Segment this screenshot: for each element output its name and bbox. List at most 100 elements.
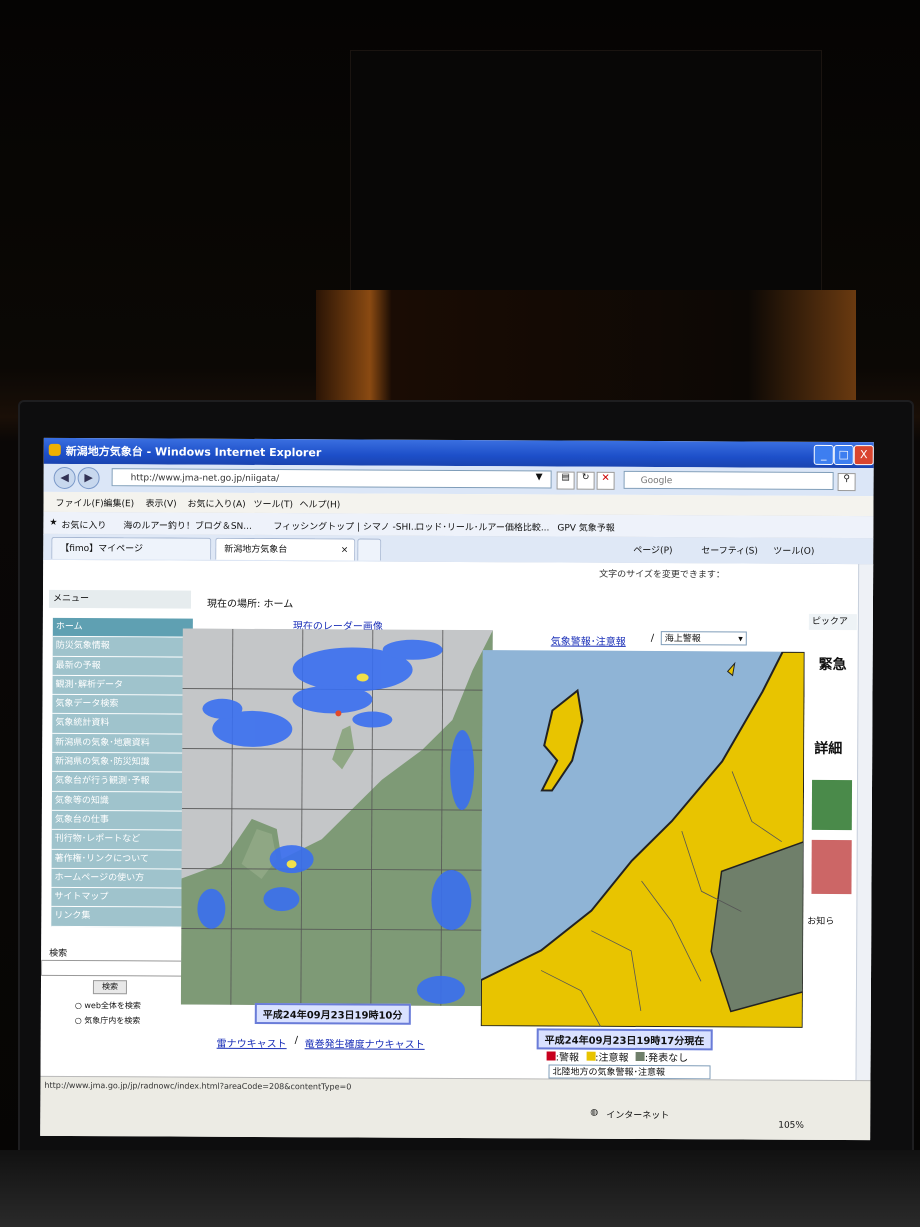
right-column: ピックア 緊急 詳細 お知ら [802,613,857,1075]
sidebar-item[interactable]: 新潟県の気象･防災知識 [52,752,193,773]
legend-none-swatch [635,1051,645,1061]
news-label: お知ら [807,916,835,927]
warnings-map-svg [480,650,805,1028]
thunder-nowcast-link[interactable]: 雷ナウキャスト [217,1035,287,1050]
legend-warning-swatch [546,1051,556,1061]
details-label: 詳細 [814,740,843,758]
desk [0,1150,920,1227]
tab-close-icon[interactable]: × [341,539,349,561]
refresh-icon[interactable]: ↻ [576,471,595,490]
search-option-web[interactable]: ○ web全体を検索 [75,1000,141,1011]
status-bar: http://www.jma.go.jp/jp/radnowc/index.ht… [40,1075,871,1141]
status-url: http://www.jma.go.jp/jp/radnowc/index.ht… [44,1080,352,1092]
back-button[interactable]: ◀ [53,466,76,489]
warnings-separator: / [650,633,655,645]
search-heading: 検索 [49,948,68,959]
breadcrumb: 現在の場所: ホーム [206,598,294,611]
sidebar-item[interactable]: 著作権･リンクについて [51,849,192,870]
radar-map[interactable] [180,628,493,1007]
warnings-timestamp: 平成24年09月23日19時17分現在 [536,1028,713,1051]
warnings-map[interactable] [480,650,805,1028]
link-separator: / [294,1035,299,1047]
browser-window: 新潟地方気象台 - Windows Internet Explorer _ □ … [40,437,874,1141]
sidebar-item[interactable]: 気象台の仕事 [51,810,192,831]
search-option-web-label: web全体を検索 [84,1001,141,1011]
marine-warning-select[interactable]: 海上警報 ▾ [660,631,747,646]
menu-file[interactable]: ファイル(F) [55,496,103,509]
sidebar-item[interactable]: 最新の予報 [52,656,193,677]
tornado-nowcast-link[interactable]: 竜巻発生確度ナウキャスト [305,1035,425,1051]
ie-icon [48,443,61,456]
banner-image[interactable] [811,779,853,831]
warnings-title-link[interactable]: 気象警報･注意報 [551,632,626,647]
favorite-link-1[interactable]: 海のルアー釣り！ブログ＆SN... [123,518,252,532]
legend-none-label: :発表なし [644,1052,689,1065]
search-input[interactable]: Google [623,470,834,490]
favorite-link-3[interactable]: ロッド･リール･ルアー価格比較... [415,520,549,534]
menu-tools[interactable]: ツール(T) [253,497,293,510]
address-row: ◀ ▶ http://www.jma-net.go.jp/niigata/ ▼ … [43,463,874,497]
tab-niigata[interactable]: 新潟地方気象台 × [215,537,356,561]
star-icon: ★ [49,517,58,528]
menu-view[interactable]: 表示(V) [145,496,176,509]
menu-edit[interactable]: 編集(E) [103,496,134,509]
menu-favorites[interactable]: お気に入り(A) [187,497,245,510]
sidebar-item[interactable]: サイトマップ [51,888,192,909]
sidebar-item[interactable]: 防災気象情報 [52,637,193,658]
legend-warning-label: :警報 [555,1052,579,1064]
region-warning-select-value: 北陸地方の気象警報･注意報 [552,1067,666,1079]
chevron-down-icon: ▾ [738,634,743,645]
favorite-link-2[interactable]: フィッシングトップ | シマノ -SHI... [273,519,419,533]
new-tab-button[interactable] [357,538,382,561]
favorite-link-4[interactable]: GPV 気象予報 [557,521,614,534]
page-content: 文字のサイズを変更できます： メニュー 現在の場所: ホーム ホーム 防災気象情… [40,559,859,1081]
wall-light [316,290,856,410]
legend-advisory-swatch [586,1051,596,1061]
sidebar-item-home[interactable]: ホーム [52,617,193,638]
window-title: 新潟地方気象台 - Windows Internet Explorer [65,444,322,460]
region-warning-select[interactable]: 北陸地方の気象警報･注意報 [548,1064,711,1080]
font-size-note: 文字のサイズを変更できます： [599,569,725,581]
close-button[interactable]: X [853,445,874,466]
sidebar-item[interactable]: ホームページの使い方 [51,868,192,889]
address-input[interactable]: http://www.jma-net.go.jp/niigata/ [111,468,552,489]
pickup-label: ピックア [808,613,857,631]
sidebar-item[interactable]: 気象等の知識 [51,791,192,812]
tab-niigata-label: 新潟地方気象台 [224,544,288,556]
favorites-button[interactable]: お気に入り [61,518,106,531]
stop-icon[interactable]: ✕ [596,471,615,490]
sidebar-heading: メニュー [48,589,192,609]
zoom-label[interactable]: 105% [778,1121,804,1131]
minimize-button[interactable]: _ [813,444,834,465]
search-option-site[interactable]: ○ 気象庁内を検索 [75,1015,141,1026]
search-option-site-label: 気象庁内を検索 [84,1016,141,1026]
zone-label: インターネット [606,1110,670,1122]
legend-advisory-label: :注意報 [595,1052,629,1064]
globe-icon: ◍ [590,1107,599,1118]
marine-warning-select-value: 海上警報 [664,634,701,645]
command-safety[interactable]: セーフティ(S) [701,543,758,556]
banner-image-2[interactable] [811,839,852,895]
command-page[interactable]: ページ(P) [633,543,672,556]
sidebar-item[interactable]: 観測･解析データ [52,675,193,696]
menu-help[interactable]: ヘルプ(H) [299,497,340,510]
sidebar-item[interactable]: 刊行物･レポートなど [51,830,192,851]
sidebar-item[interactable]: 気象統計資料 [52,714,193,735]
radar-timestamp: 平成24年09月23日19時10分 [254,1002,411,1025]
command-tools[interactable]: ツール(O) [773,544,814,557]
tab-fimo[interactable]: 【fimo】マイページ [51,536,212,560]
maximize-button[interactable]: □ [833,444,854,466]
sidebar-item[interactable]: リンク集 [51,907,192,928]
emergency-label: 緊急 [818,656,847,674]
sidebar-item[interactable]: 気象台が行う観測･予報 [51,772,193,793]
sidebar-item[interactable]: 新潟県の気象･地震資料 [52,733,193,754]
site-search-button[interactable]: 検索 [92,980,127,995]
sidebar-item[interactable]: 気象データ検索 [52,695,193,716]
forward-button[interactable]: ▶ [77,467,100,490]
sidebar-menu: ホーム 防災気象情報 最新の予報 観測･解析データ 気象データ検索 気象統計資料… [51,617,193,928]
dropdown-arrow-icon[interactable]: ▼ [536,472,543,482]
search-icon[interactable]: ⚲ [837,472,856,492]
radar-map-svg [180,628,493,1007]
compat-icon[interactable]: ▤ [556,471,575,490]
site-search-input[interactable] [41,959,184,977]
